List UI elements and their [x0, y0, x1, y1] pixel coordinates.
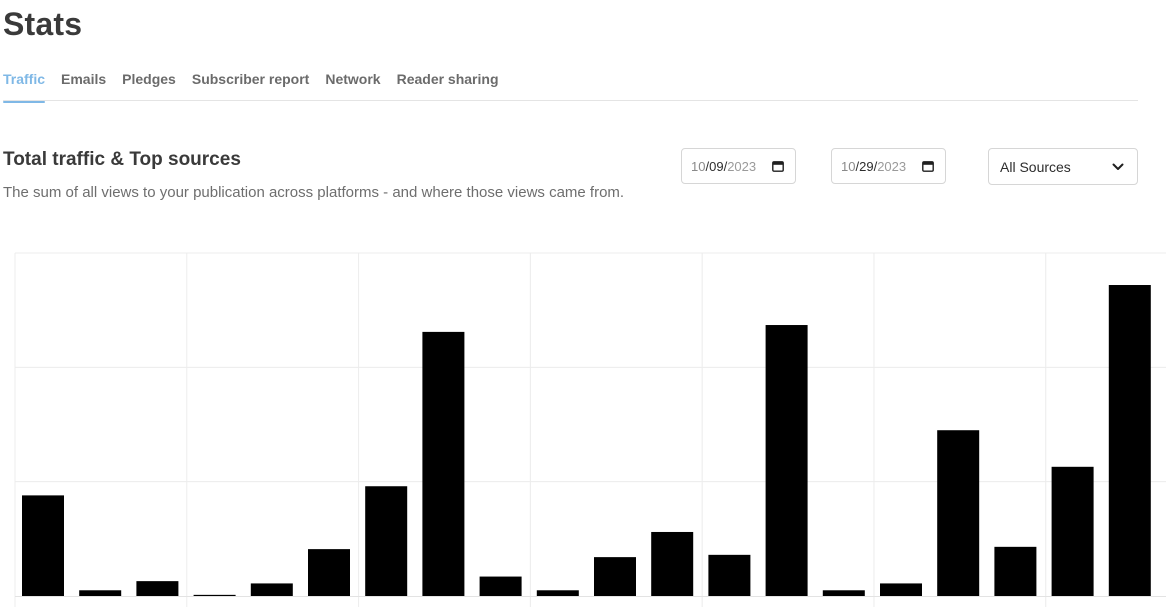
bar[interactable]	[136, 581, 179, 596]
bar[interactable]	[594, 557, 636, 596]
source-select[interactable]: All Sources	[988, 148, 1138, 185]
page-title: Stats	[3, 6, 83, 42]
start-date-input[interactable]: 10/09/2023	[681, 148, 796, 184]
section-description: The sum of all views to your publication…	[3, 184, 625, 201]
bar[interactable]	[308, 549, 350, 596]
bar[interactable]	[365, 486, 408, 596]
tab-subscriber-report[interactable]: Subscriber report	[192, 70, 309, 99]
bar[interactable]	[765, 325, 808, 596]
tab-reader-sharing[interactable]: Reader sharing	[397, 70, 499, 99]
traffic-bar-chart	[14, 252, 1166, 607]
source-select-value: All Sources	[1000, 158, 1071, 175]
start-date-month: 10	[691, 158, 706, 174]
start-date-year: 2023	[727, 158, 757, 174]
calendar-icon[interactable]	[922, 159, 936, 173]
end-date-year: 2023	[877, 158, 907, 174]
section-title: Total traffic & Top sources	[3, 149, 241, 170]
bar[interactable]	[422, 331, 465, 596]
bar[interactable]	[994, 546, 1037, 596]
stats-tabs: Traffic Emails Pledges Subscriber report…	[3, 70, 1138, 103]
end-date-input[interactable]: 10/29/2023	[831, 148, 946, 184]
end-date-day: 29	[859, 158, 874, 174]
tab-traffic[interactable]: Traffic	[3, 70, 46, 103]
bar[interactable]	[536, 590, 579, 596]
tab-network[interactable]: Network	[325, 70, 380, 99]
bar[interactable]	[193, 594, 236, 596]
chevron-down-icon	[1112, 160, 1126, 174]
bar[interactable]	[22, 495, 64, 596]
bar[interactable]	[708, 554, 751, 596]
start-date-day: 09	[709, 158, 724, 174]
bar[interactable]	[79, 590, 122, 596]
tab-emails[interactable]: Emails	[61, 70, 106, 99]
tab-pledges[interactable]: Pledges	[122, 70, 176, 99]
bar[interactable]	[250, 583, 293, 596]
bar[interactable]	[1108, 285, 1151, 596]
bar[interactable]	[880, 583, 922, 596]
bar[interactable]	[479, 576, 522, 596]
bar[interactable]	[822, 590, 865, 596]
bar[interactable]	[651, 531, 694, 596]
bar[interactable]	[1051, 466, 1094, 596]
end-date-month: 10	[841, 158, 856, 174]
bar[interactable]	[937, 430, 980, 596]
calendar-icon[interactable]	[772, 159, 786, 173]
